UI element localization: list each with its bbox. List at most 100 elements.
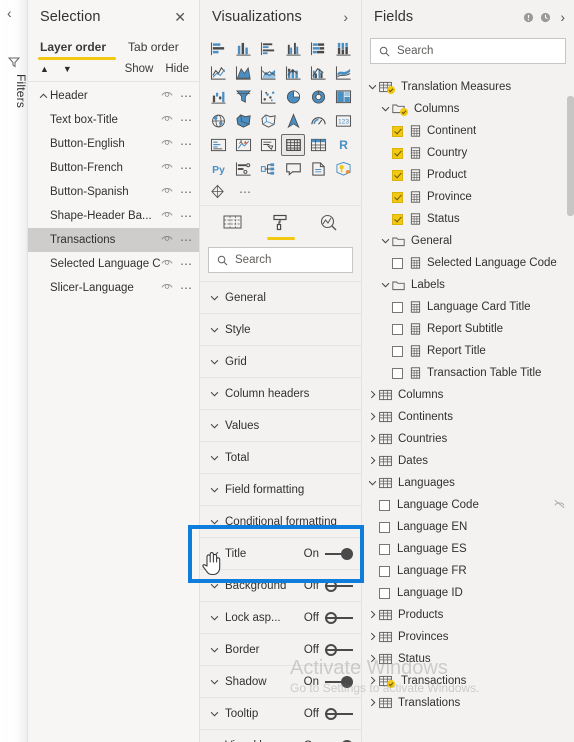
chevron-down-icon[interactable] bbox=[210, 709, 225, 719]
chevron-right-icon[interactable] bbox=[366, 434, 379, 445]
field-checkbox[interactable] bbox=[392, 213, 403, 225]
format-search-input[interactable]: Search bbox=[208, 247, 353, 273]
python-visual-icon[interactable]: Py bbox=[206, 158, 230, 180]
fields-tree-item[interactable]: Language FR bbox=[362, 560, 574, 582]
eye-icon[interactable] bbox=[161, 258, 173, 270]
chevron-down-icon[interactable] bbox=[210, 389, 225, 399]
filled-map-icon[interactable] bbox=[231, 110, 255, 132]
chevron-right-icon[interactable] bbox=[366, 698, 379, 709]
fields-tree-item[interactable]: Columns bbox=[362, 98, 574, 120]
history-icon[interactable] bbox=[540, 12, 551, 23]
fields-tree-item[interactable]: Translation Measures bbox=[362, 76, 574, 98]
slicer-icon[interactable] bbox=[256, 134, 280, 156]
donut-chart-icon[interactable] bbox=[306, 86, 330, 108]
pie-chart-icon[interactable] bbox=[281, 86, 305, 108]
fields-search-input[interactable]: Search bbox=[370, 38, 566, 64]
chevron-down-icon[interactable] bbox=[379, 104, 392, 114]
selection-layer-item[interactable]: Button-French ⋯ bbox=[28, 156, 199, 180]
field-checkbox[interactable] bbox=[392, 367, 403, 379]
fields-tree-item[interactable]: Transaction Table Title bbox=[362, 362, 574, 384]
format-section-toggle[interactable] bbox=[325, 675, 353, 688]
chevron-down-icon[interactable] bbox=[210, 357, 225, 367]
waterfall-chart-icon[interactable] bbox=[206, 86, 230, 108]
map-icon[interactable] bbox=[206, 110, 230, 132]
format-section-row[interactable]: Column headers bbox=[200, 378, 361, 410]
format-section-row[interactable]: General bbox=[200, 282, 361, 314]
format-section-toggle[interactable] bbox=[325, 547, 353, 560]
fields-tree-item[interactable]: Products bbox=[362, 604, 574, 626]
funnel-chart-icon[interactable] bbox=[231, 86, 255, 108]
ellipsis-icon[interactable]: ⋯ bbox=[239, 185, 253, 199]
fields-tree-item[interactable]: Languages bbox=[362, 472, 574, 494]
tab-tab-order[interactable]: Tab order bbox=[128, 40, 179, 61]
fields-tree-item[interactable]: Columns bbox=[362, 384, 574, 406]
hundred-percent-stacked-column-chart-icon[interactable] bbox=[331, 38, 355, 60]
format-section-toggle[interactable] bbox=[325, 643, 353, 656]
chevron-down-icon[interactable] bbox=[210, 645, 225, 655]
selection-layer-item[interactable]: Button-Spanish ⋯ bbox=[28, 180, 199, 204]
fields-tree-item[interactable]: Provinces bbox=[362, 626, 574, 648]
selection-layer-item[interactable]: Selected Language C... ⋯ bbox=[28, 252, 199, 276]
fields-tree-item[interactable]: Report Title bbox=[362, 340, 574, 362]
format-section-row[interactable]: Title On bbox=[200, 538, 361, 570]
chevron-down-icon[interactable] bbox=[210, 677, 225, 687]
selection-layer-item[interactable]: Button-English ⋯ bbox=[28, 132, 199, 156]
multi-row-card-icon[interactable] bbox=[206, 134, 230, 156]
stacked-bar-chart-icon[interactable] bbox=[206, 38, 230, 60]
clustered-bar-chart-icon[interactable] bbox=[256, 38, 280, 60]
selection-layer-item[interactable]: Shape-Header Ba... ⋯ bbox=[28, 204, 199, 228]
field-checkbox[interactable] bbox=[379, 565, 390, 577]
format-section-row[interactable]: Shadow On bbox=[200, 666, 361, 698]
field-checkbox[interactable] bbox=[379, 521, 390, 533]
power-apps-icon[interactable] bbox=[331, 158, 355, 180]
format-section-row[interactable]: Border Off bbox=[200, 634, 361, 666]
fields-tree-item[interactable]: Report Subtitle bbox=[362, 318, 574, 340]
fields-build-icon[interactable] bbox=[217, 212, 249, 238]
card-icon[interactable]: 123 bbox=[331, 110, 355, 132]
eye-icon[interactable] bbox=[161, 138, 173, 150]
stacked-area-chart-icon[interactable] bbox=[256, 62, 280, 84]
format-section-row[interactable]: Conditional formatting bbox=[200, 506, 361, 538]
field-checkbox[interactable] bbox=[392, 169, 403, 181]
fields-tree-item[interactable]: Country bbox=[362, 142, 574, 164]
get-more-visuals-icon[interactable] bbox=[210, 184, 225, 199]
fields-tree-item[interactable]: Status bbox=[362, 208, 574, 230]
show-button[interactable]: Show bbox=[125, 63, 154, 75]
fields-tree-item[interactable]: Selected Language Code bbox=[362, 252, 574, 274]
fields-tree-item[interactable]: Continent bbox=[362, 120, 574, 142]
format-section-row[interactable]: Values bbox=[200, 410, 361, 442]
selection-layer-item[interactable]: Header ⋯ bbox=[28, 84, 199, 108]
azure-map-icon[interactable] bbox=[281, 110, 305, 132]
r-script-visual-icon[interactable]: R bbox=[331, 134, 355, 156]
line-chart-icon[interactable] bbox=[206, 62, 230, 84]
chevron-left-icon[interactable]: ‹ bbox=[7, 6, 12, 20]
field-checkbox[interactable] bbox=[379, 543, 390, 555]
ellipsis-icon[interactable]: ⋯ bbox=[180, 113, 193, 127]
format-section-toggle[interactable] bbox=[325, 579, 353, 592]
chevron-right-icon[interactable] bbox=[366, 610, 379, 621]
ellipsis-icon[interactable]: ⋯ bbox=[180, 209, 193, 223]
fields-tree-item[interactable]: Translations bbox=[362, 692, 574, 714]
move-down-icon[interactable]: ▼ bbox=[63, 64, 72, 74]
chevron-down-icon[interactable] bbox=[210, 613, 225, 623]
treemap-icon[interactable] bbox=[331, 86, 355, 108]
chevron-right-icon[interactable] bbox=[366, 412, 379, 423]
stacked-column-chart-icon[interactable] bbox=[231, 38, 255, 60]
fields-tree-item[interactable]: Language ES bbox=[362, 538, 574, 560]
field-checkbox[interactable] bbox=[392, 301, 403, 313]
chevron-down-icon[interactable] bbox=[210, 325, 225, 335]
chevron-right-icon[interactable]: › bbox=[340, 8, 351, 26]
field-checkbox[interactable] bbox=[392, 147, 403, 159]
selection-layer-item[interactable]: Text box-Title ⋯ bbox=[28, 108, 199, 132]
move-up-icon[interactable]: ▲ bbox=[40, 64, 49, 74]
ribbon-chart-icon[interactable] bbox=[331, 62, 355, 84]
table-icon[interactable] bbox=[281, 134, 305, 156]
fields-tree-item[interactable]: Language Card Title bbox=[362, 296, 574, 318]
format-section-toggle[interactable] bbox=[325, 611, 353, 624]
chevron-down-icon[interactable] bbox=[379, 236, 392, 246]
paginated-report-icon[interactable] bbox=[306, 158, 330, 180]
fields-tree-item[interactable]: Language ID bbox=[362, 582, 574, 604]
format-paint-roller-icon[interactable] bbox=[265, 212, 297, 240]
chevron-down-icon[interactable] bbox=[366, 82, 379, 92]
chevron-right-icon[interactable] bbox=[366, 456, 379, 467]
